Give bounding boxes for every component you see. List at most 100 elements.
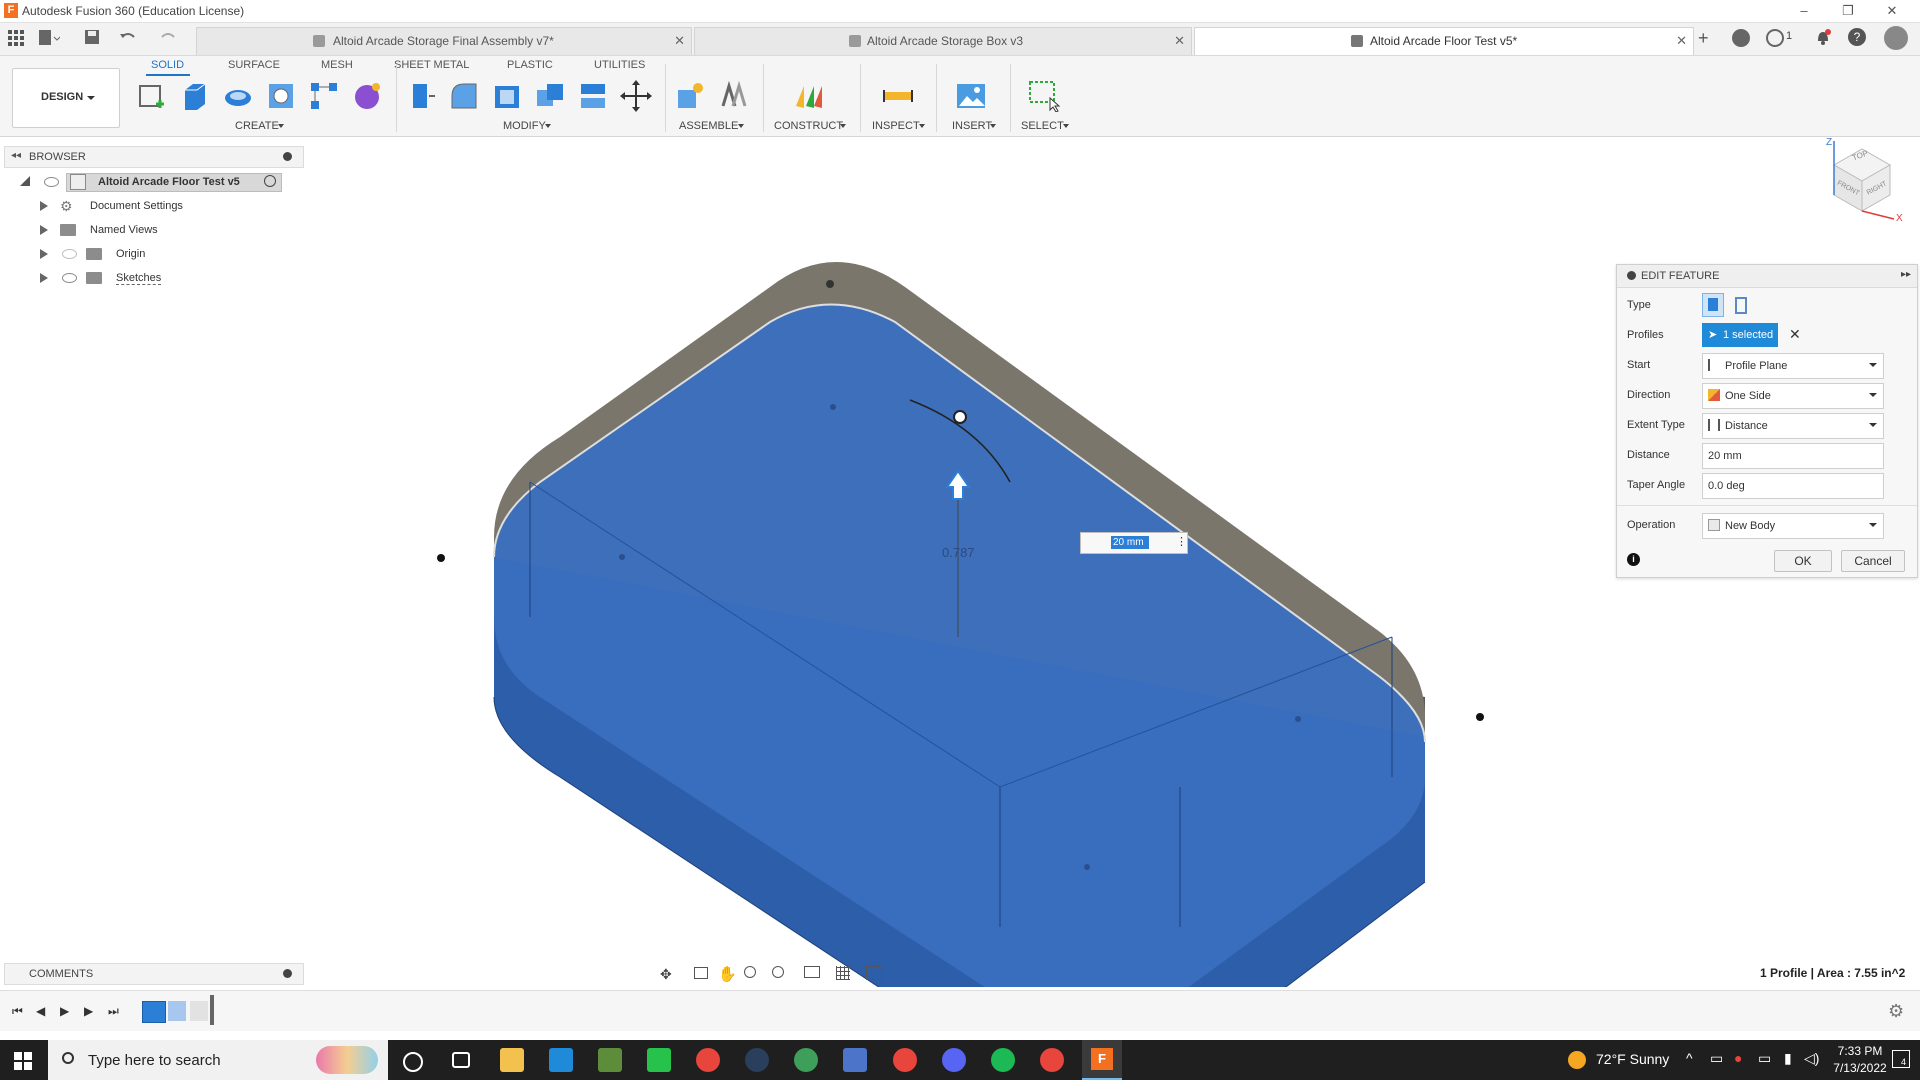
shell-icon[interactable] <box>491 80 523 112</box>
timeline-feature[interactable] <box>190 1001 208 1021</box>
display-settings-icon[interactable] <box>804 966 820 978</box>
browser-panel-header[interactable]: ◂◂ BROWSER <box>4 146 304 168</box>
undo-icon[interactable] <box>118 29 144 45</box>
create-sketch-icon[interactable] <box>136 80 168 112</box>
look-at-icon[interactable] <box>694 967 708 979</box>
add-comment-icon[interactable] <box>283 969 292 978</box>
tab-utilities[interactable]: UTILITIES <box>594 59 645 71</box>
distance-manipulator-input[interactable]: 20 mm ⋮ <box>1080 532 1188 554</box>
cancel-button[interactable]: Cancel <box>1841 550 1905 572</box>
extrude-icon[interactable] <box>179 80 211 112</box>
taskbar-search-box[interactable]: Type here to search <box>48 1040 388 1080</box>
viewports-icon[interactable] <box>866 966 882 980</box>
timeline-settings-gear-icon[interactable]: ⚙ <box>1888 1001 1904 1022</box>
workspace-switcher-button[interactable]: DESIGN <box>12 68 120 128</box>
tree-item-origin[interactable]: Origin <box>38 244 278 264</box>
minimize-button[interactable]: – <box>1784 2 1824 20</box>
taper-angle-field[interactable]: 0.0 deg <box>1702 473 1884 499</box>
activate-component-icon[interactable] <box>264 175 276 187</box>
insert-group-label[interactable]: INSERT <box>952 120 992 132</box>
extent-type-select[interactable]: Distance <box>1702 413 1884 439</box>
distance-field[interactable]: 20 mm <box>1702 443 1884 469</box>
minecraft-icon[interactable] <box>598 1048 622 1072</box>
restore-button[interactable]: ❐ <box>1828 2 1868 20</box>
create-group-label[interactable]: CREATE <box>235 120 279 132</box>
type-solid-button[interactable] <box>1702 293 1724 317</box>
file-menu-icon[interactable] <box>38 29 61 47</box>
app-icon[interactable] <box>843 1048 867 1072</box>
tab-mesh[interactable]: MESH <box>321 59 353 71</box>
step-forward-icon[interactable]: ▶ <box>84 1004 93 1018</box>
volume-icon[interactable]: ◁) <box>1804 1050 1819 1067</box>
grid-settings-icon[interactable] <box>836 966 850 980</box>
tab-surface[interactable]: SURFACE <box>228 59 280 71</box>
modify-group-label[interactable]: MODIFY <box>503 120 546 132</box>
measure-icon[interactable] <box>882 80 914 112</box>
visibility-eye-icon[interactable] <box>62 273 77 283</box>
weather-sun-icon[interactable] <box>1568 1051 1586 1069</box>
profiles-selection-button[interactable]: ➤ 1 selected <box>1702 323 1778 347</box>
more-options-icon[interactable]: ⋮ <box>1176 535 1187 548</box>
assemble-group-label[interactable]: ASSEMBLE <box>679 120 738 132</box>
view-cube[interactable]: TOP FRONT RIGHT Z X <box>1810 137 1906 227</box>
revolve-icon[interactable] <box>222 80 254 112</box>
tree-root-row[interactable]: Altoid Arcade Floor Test v5 <box>20 172 282 192</box>
pan-hand-icon[interactable]: ✋ <box>718 965 737 983</box>
chrome-icon[interactable] <box>696 1048 720 1072</box>
close-window-button[interactable]: ✕ <box>1872 2 1912 20</box>
operation-select[interactable]: New Body <box>1702 513 1884 539</box>
clock-time[interactable]: 7:33 PM <box>1832 1044 1888 1058</box>
windows-start-icon[interactable] <box>14 1052 32 1070</box>
close-tab-icon[interactable]: ✕ <box>1174 33 1185 49</box>
network-icon[interactable]: ▭ <box>1758 1050 1771 1067</box>
offset-plane-icon[interactable] <box>792 80 824 112</box>
direction-select[interactable]: One Side <box>1702 383 1884 409</box>
zoom-icon[interactable] <box>744 966 756 978</box>
tray-expand-icon[interactable]: ^ <box>1686 1050 1693 1066</box>
clear-selection-icon[interactable]: ✕ <box>1789 326 1801 343</box>
doc-tab-floor-test[interactable]: Altoid Arcade Floor Test v5* ✕ <box>1194 27 1694 55</box>
fillet-icon[interactable] <box>448 80 480 112</box>
press-pull-icon[interactable] <box>405 80 437 112</box>
expanded-caret-icon[interactable] <box>20 176 30 186</box>
file-explorer-icon[interactable] <box>500 1048 524 1072</box>
microsoft-store-icon[interactable] <box>549 1048 573 1072</box>
distance-input-value[interactable]: 20 mm <box>1111 536 1149 549</box>
info-icon[interactable]: i <box>1627 553 1640 566</box>
type-thin-button[interactable] <box>1730 293 1750 315</box>
ok-button[interactable]: OK <box>1774 550 1832 572</box>
new-tab-icon[interactable]: + <box>1698 29 1716 47</box>
timeline-marker[interactable] <box>210 995 214 1025</box>
save-icon[interactable] <box>84 29 100 45</box>
insert-image-icon[interactable] <box>955 80 987 112</box>
go-to-start-icon[interactable]: ⏮ <box>12 1004 23 1019</box>
doc-tab-final-assembly[interactable]: Altoid Arcade Storage Final Assembly v7*… <box>196 27 692 55</box>
construct-group-label[interactable]: CONSTRUCT <box>774 120 843 132</box>
hole-icon[interactable] <box>265 80 297 112</box>
split-body-icon[interactable] <box>577 80 609 112</box>
panel-options-icon[interactable] <box>1627 271 1636 280</box>
extensions-icon[interactable] <box>1732 29 1750 47</box>
tray-app-icon[interactable]: ▭ <box>1710 1050 1723 1067</box>
expand-panel-icon[interactable]: ▸▸ <box>1901 269 1911 280</box>
chrome-icon[interactable] <box>893 1048 917 1072</box>
timeline-sketch-feature[interactable] <box>142 1001 166 1023</box>
globe-icon[interactable] <box>794 1048 818 1072</box>
tree-item-sketches[interactable]: Sketches <box>38 268 278 288</box>
select-group-label[interactable]: SELECT <box>1021 120 1064 132</box>
fit-zoom-icon[interactable] <box>772 966 784 978</box>
action-center-icon[interactable]: 4 <box>1892 1050 1910 1068</box>
step-back-icon[interactable]: ◀ <box>36 1004 45 1018</box>
browser-options-icon[interactable] <box>283 152 292 161</box>
start-select[interactable]: Profile Plane <box>1702 353 1884 379</box>
steam-icon[interactable] <box>745 1048 769 1072</box>
pattern-icon[interactable] <box>308 80 340 112</box>
visibility-eye-icon[interactable] <box>62 249 77 259</box>
task-view-icon[interactable] <box>452 1052 470 1068</box>
clock-date[interactable]: 7/13/2022 <box>1832 1061 1888 1075</box>
timeline-extrude-feature[interactable] <box>168 1001 186 1021</box>
tree-item-document-settings[interactable]: ⚙ Document Settings <box>38 196 278 216</box>
redo-icon[interactable] <box>158 29 184 45</box>
orbit-icon[interactable]: ✥ <box>660 966 672 983</box>
app-grid-icon[interactable] <box>8 30 24 46</box>
